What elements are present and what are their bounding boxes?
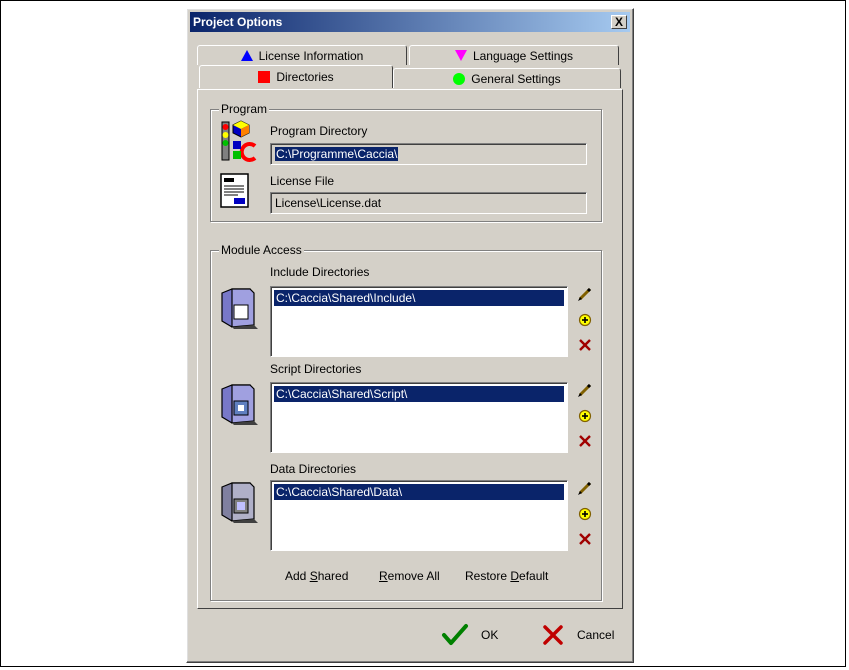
- cancel-button[interactable]: Cancel: [541, 623, 614, 647]
- pencil-icon[interactable]: [577, 382, 593, 398]
- ok-label: OK: [481, 628, 499, 642]
- list-item[interactable]: C:\Caccia\Shared\Script\: [274, 386, 564, 402]
- directories-panel: Program Program Directory C:\Programme\C…: [197, 89, 623, 609]
- add-shared-button[interactable]: Add Shared: [285, 569, 348, 583]
- data-directories-label: Data Directories: [270, 462, 357, 476]
- cancel-label: Cancel: [577, 628, 615, 642]
- tab-license-label: License Information: [258, 48, 364, 63]
- close-button[interactable]: X: [611, 15, 627, 29]
- program-directory-field[interactable]: C:\Programme\Caccia\: [270, 143, 587, 165]
- document-icon: [220, 173, 249, 208]
- remove-all-label-post: emove All: [387, 569, 440, 583]
- tab-language-settings[interactable]: Language Settings: [409, 45, 619, 65]
- restore-default-hotkey: D: [510, 569, 520, 583]
- license-file-label: License File: [270, 174, 335, 188]
- project-options-dialog: Project Options X License Information La…: [186, 8, 634, 663]
- add-shared-label-pre: Add: [285, 569, 310, 583]
- tab-general-settings[interactable]: General Settings: [393, 68, 621, 88]
- plus-icon[interactable]: [577, 312, 593, 328]
- triangle-down-icon: [454, 50, 467, 61]
- tab-directories[interactable]: Directories: [199, 65, 393, 88]
- plus-icon[interactable]: [577, 506, 593, 522]
- add-shared-label-post: hared: [317, 569, 349, 583]
- cancel-x-icon: [543, 625, 563, 645]
- tab-directories-label: Directories: [276, 70, 334, 84]
- restore-default-label-post: efault: [519, 569, 549, 583]
- program-group-title: Program: [219, 102, 270, 116]
- plus-icon[interactable]: [577, 408, 593, 424]
- delete-x-icon[interactable]: [577, 433, 593, 449]
- triangle-up-icon: [240, 50, 253, 61]
- license-file-value: License\License.dat: [275, 196, 382, 210]
- folder-include-icon: [221, 288, 258, 329]
- data-directories-list[interactable]: C:\Caccia\Shared\Data\: [270, 480, 568, 551]
- module-access-group-title: Module Access: [219, 243, 304, 257]
- script-directories-label: Script Directories: [270, 362, 362, 376]
- restore-default-label-pre: Restore: [465, 569, 511, 583]
- include-directories-label: Include Directories: [270, 265, 370, 279]
- program-shapes-icon: [221, 120, 257, 162]
- add-shared-hotkey: S: [309, 569, 318, 583]
- restore-default-button[interactable]: Restore Default: [465, 569, 548, 583]
- folder-script-icon: [221, 384, 258, 425]
- square-icon: [258, 71, 271, 83]
- program-group: Program Program Directory C:\Programme\C…: [210, 102, 602, 222]
- dialog-title: Project Options: [193, 15, 283, 29]
- program-directory-label: Program Directory: [270, 124, 368, 138]
- pencil-icon[interactable]: [577, 480, 593, 496]
- ok-button[interactable]: OK: [441, 623, 498, 647]
- title-bar[interactable]: Project Options X: [190, 12, 630, 32]
- circle-icon: [453, 72, 466, 85]
- checkmark-icon: [442, 624, 468, 645]
- folder-data-icon: [221, 482, 258, 523]
- list-item[interactable]: C:\Caccia\Shared\Include\: [274, 290, 564, 306]
- delete-x-icon[interactable]: [577, 337, 593, 353]
- tab-general-label: General Settings: [471, 71, 561, 86]
- include-directories-list[interactable]: C:\Caccia\Shared\Include\: [270, 286, 568, 357]
- delete-x-icon[interactable]: [577, 531, 593, 547]
- program-directory-value: C:\Programme\Caccia\: [275, 147, 399, 161]
- remove-all-hotkey: R: [379, 569, 388, 583]
- remove-all-button[interactable]: Remove All: [379, 569, 440, 583]
- list-item[interactable]: C:\Caccia\Shared\Data\: [274, 484, 564, 500]
- module-access-group: Module Access Include Directories C:\Cac…: [210, 243, 602, 601]
- license-file-field[interactable]: License\License.dat: [270, 192, 587, 214]
- tab-language-label: Language Settings: [472, 48, 574, 63]
- pencil-icon[interactable]: [577, 286, 593, 302]
- script-directories-list[interactable]: C:\Caccia\Shared\Script\: [270, 382, 568, 453]
- tab-license-information[interactable]: License Information: [197, 45, 407, 65]
